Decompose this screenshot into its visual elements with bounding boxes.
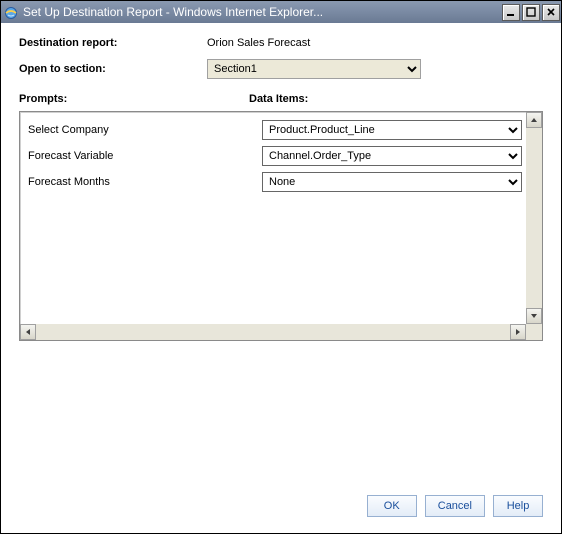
window-title: Set Up Destination Report - Windows Inte… bbox=[23, 5, 501, 19]
data-items-header: Data Items: bbox=[249, 93, 543, 105]
maximize-button[interactable] bbox=[522, 4, 540, 21]
ie-icon bbox=[3, 4, 19, 20]
destination-report-label: Destination report: bbox=[19, 37, 207, 49]
prompt-row: Select Company Product.Product_Line bbox=[28, 120, 522, 140]
prompt-row: Forecast Variable Channel.Order_Type bbox=[28, 146, 522, 166]
prompt-label: Forecast Variable bbox=[28, 150, 262, 162]
scroll-left-icon[interactable] bbox=[20, 324, 36, 340]
close-button[interactable] bbox=[542, 4, 560, 21]
prompts-header: Prompts: bbox=[19, 93, 249, 105]
scroll-up-icon[interactable] bbox=[526, 112, 542, 128]
data-item-select[interactable]: Channel.Order_Type bbox=[262, 146, 522, 166]
help-button[interactable]: Help bbox=[493, 495, 543, 517]
ok-button[interactable]: OK bbox=[367, 495, 417, 517]
data-item-select[interactable]: None bbox=[262, 172, 522, 192]
minimize-button[interactable] bbox=[502, 4, 520, 21]
prompts-list: Select Company Product.Product_Line Fore… bbox=[20, 112, 526, 324]
button-row: OK Cancel Help bbox=[19, 495, 543, 517]
prompts-pane: Select Company Product.Product_Line Fore… bbox=[19, 111, 543, 341]
cancel-button[interactable]: Cancel bbox=[425, 495, 485, 517]
open-to-section-select[interactable]: Section1 bbox=[207, 59, 421, 79]
titlebar: Set Up Destination Report - Windows Inte… bbox=[1, 1, 561, 23]
window-controls bbox=[501, 2, 561, 23]
prompt-label: Forecast Months bbox=[28, 176, 262, 188]
prompt-label: Select Company bbox=[28, 124, 262, 136]
scroll-corner bbox=[526, 324, 542, 340]
scroll-down-icon[interactable] bbox=[526, 308, 542, 324]
destination-report-value: Orion Sales Forecast bbox=[207, 37, 543, 49]
data-item-select[interactable]: Product.Product_Line bbox=[262, 120, 522, 140]
prompt-row: Forecast Months None bbox=[28, 172, 522, 192]
open-to-section-label: Open to section: bbox=[19, 63, 207, 75]
dialog-content: Destination report: Orion Sales Forecast… bbox=[1, 23, 561, 533]
scroll-right-icon[interactable] bbox=[510, 324, 526, 340]
vertical-scrollbar[interactable] bbox=[526, 112, 542, 324]
horizontal-scrollbar[interactable] bbox=[20, 324, 526, 340]
